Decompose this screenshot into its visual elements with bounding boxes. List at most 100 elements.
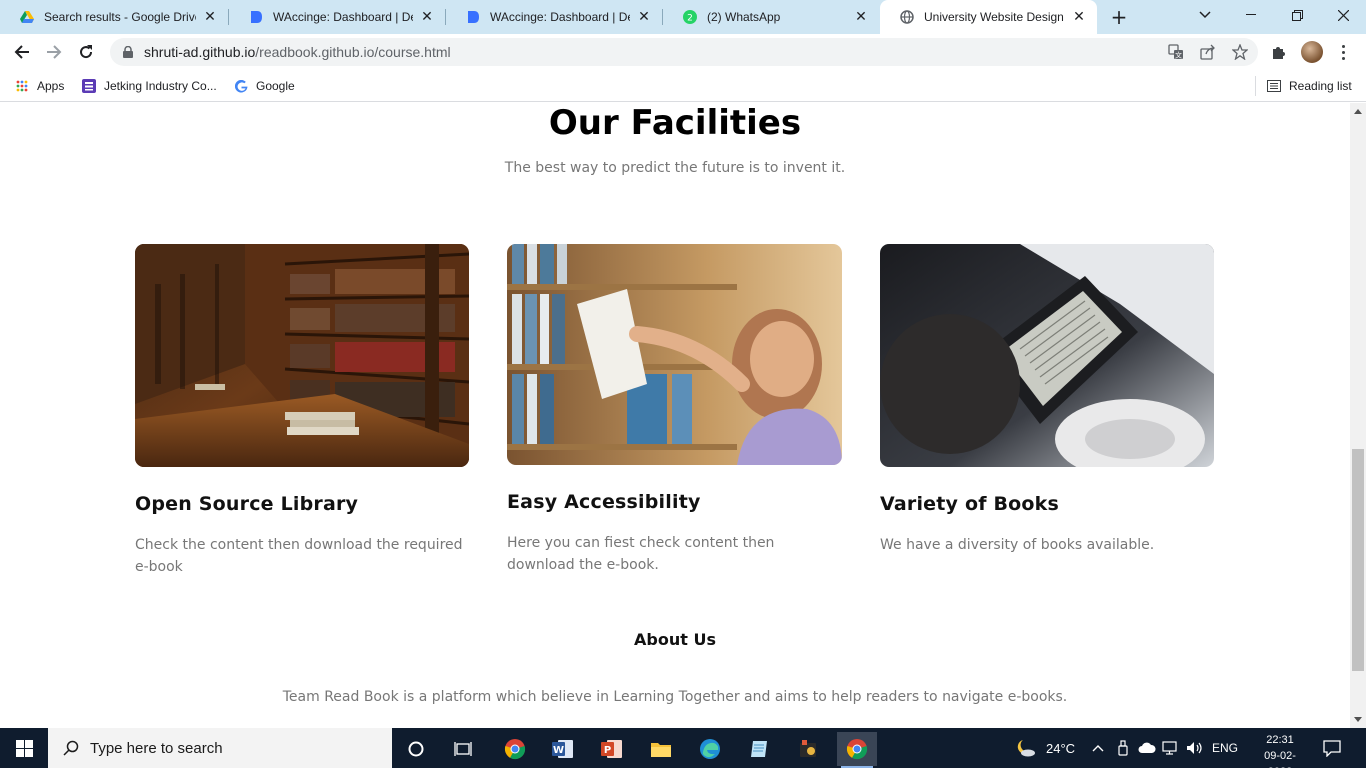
minimize-icon[interactable] [1228, 0, 1274, 30]
browser-toolbar: shruti-ad.github.io/readbook.github.io/c… [0, 34, 1366, 70]
task-view-icon[interactable] [443, 732, 483, 766]
cortana-icon[interactable] [396, 732, 436, 766]
about-title: About Us [634, 630, 716, 649]
chrome-icon[interactable] [495, 732, 535, 766]
bookmarks-bar: Apps Jetking Industry Co... Google Readi… [0, 70, 1366, 102]
volume-icon[interactable] [1186, 728, 1204, 768]
about-text: Team Read Book is a platform which belie… [282, 689, 1068, 705]
google-drive-icon [20, 10, 34, 24]
svg-text:2: 2 [687, 14, 693, 24]
apps-grid-icon [15, 79, 29, 93]
weather-temperature: 24°C [1046, 740, 1076, 756]
tab-title: (2) WhatsApp [707, 10, 781, 24]
windows-start-icon[interactable] [0, 728, 48, 768]
library-shelves-image [135, 244, 469, 467]
tab-search-chevron-icon[interactable] [1182, 0, 1228, 30]
powerpoint-icon[interactable]: P [592, 732, 632, 766]
search-placeholder: Type here to search [90, 739, 223, 757]
tab-google-drive[interactable]: Search results - Google Drive ✕ [0, 0, 228, 34]
bookmark-star-icon[interactable] [1230, 42, 1250, 62]
card-title: Open Source Library [135, 493, 359, 515]
close-window-icon[interactable] [1320, 0, 1366, 30]
tab-strip: Search results - Google Drive ✕ WAccinge… [0, 0, 1366, 34]
language-indicator[interactable]: ENG [1212, 728, 1238, 768]
page-viewport: Our Facilities The best way to predict t… [0, 103, 1350, 728]
reading-list-icon [1267, 79, 1281, 93]
scroll-down-arrow-icon[interactable] [1354, 717, 1362, 722]
reload-icon[interactable] [72, 38, 100, 66]
card-title: Variety of Books [880, 493, 1060, 515]
url-text: shruti-ad.github.io/readbook.github.io/c… [144, 44, 451, 60]
media-app-icon[interactable] [788, 732, 828, 766]
svg-text:P: P [604, 745, 611, 756]
taskbar: Type here to search W P 24°C ENG 22:31 0… [0, 728, 1366, 778]
system-clock[interactable]: 22:31 09-02-2022 [1252, 732, 1308, 780]
chrome-active-icon[interactable] [837, 732, 877, 768]
usb-drive-icon[interactable] [1116, 728, 1130, 768]
tab-university-website[interactable]: University Website Design - ShrutiAd ✕ [880, 0, 1097, 34]
network-icon[interactable] [1162, 728, 1180, 768]
bookmark-google[interactable]: Google [234, 77, 295, 95]
address-bar[interactable]: shruti-ad.github.io/readbook.github.io/c… [110, 38, 1258, 66]
forward-arrow-icon[interactable] [40, 38, 68, 66]
facilities-subtitle: The best way to predict the future is to… [504, 160, 846, 176]
tab-devfolio-2[interactable]: WAccinge: Dashboard | Devfolio ✕ [446, 0, 662, 34]
share-icon[interactable] [1198, 42, 1218, 62]
tab-title: Search results - Google Drive [44, 10, 196, 24]
card-title: Easy Accessibility [507, 491, 701, 513]
tab-close-icon[interactable]: ✕ [202, 9, 218, 25]
tab-title: University Website Design - ShrutiAd [924, 10, 1065, 24]
svg-text:文: 文 [1175, 51, 1182, 60]
word-icon[interactable]: W [543, 732, 583, 766]
facilities-title: Our Facilities [548, 103, 802, 143]
notepad-icon[interactable] [739, 732, 779, 766]
clock-date: 09-02-2022 [1264, 750, 1296, 778]
onedrive-cloud-icon[interactable] [1138, 728, 1156, 768]
language-label: ENG [1212, 741, 1239, 755]
devfolio-icon [466, 10, 480, 24]
tray-chevron-up-icon[interactable] [1092, 728, 1104, 768]
notifications-icon[interactable] [1322, 728, 1342, 768]
back-arrow-icon[interactable] [8, 38, 36, 66]
reading-list-label: Reading list [1289, 79, 1352, 93]
bookmark-apps[interactable]: Apps [15, 77, 64, 95]
edge-icon[interactable] [690, 732, 730, 766]
tab-whatsapp[interactable]: 2 (2) WhatsApp ✕ [663, 0, 879, 34]
woman-reaching-books-image [507, 244, 842, 465]
restore-icon[interactable] [1274, 0, 1320, 30]
tab-title: WAccinge: Dashboard | Devfolio [490, 10, 630, 24]
new-tab-icon[interactable]: + [1108, 6, 1130, 28]
reading-list-button[interactable]: Reading list [1267, 77, 1352, 95]
file-explorer-icon[interactable] [641, 732, 681, 766]
taskbar-search-box[interactable]: Type here to search [48, 728, 392, 768]
weather-moon-icon [1014, 739, 1036, 757]
scroll-up-arrow-icon[interactable] [1354, 109, 1362, 114]
card-text: Check the content then download the requ… [135, 537, 463, 575]
card-text: We have a diversity of books available. [880, 537, 1155, 553]
whatsapp-icon: 2 [683, 10, 697, 24]
tab-devfolio-1[interactable]: WAccinge: Dashboard | Devfolio ✕ [229, 0, 445, 34]
search-icon [62, 739, 80, 757]
devfolio-icon [249, 10, 263, 24]
clock-time: 22:31 [1266, 734, 1294, 746]
ereader-image [880, 244, 1214, 467]
lock-icon[interactable] [122, 45, 134, 59]
page-scrollbar[interactable] [1350, 103, 1366, 728]
weather-widget[interactable]: 24°C [1014, 728, 1075, 768]
bookmark-jetking[interactable]: Jetking Industry Co... [82, 77, 217, 95]
tab-close-icon[interactable]: ✕ [636, 9, 652, 25]
tab-close-icon[interactable]: ✕ [1071, 9, 1087, 25]
bookmark-label: Jetking Industry Co... [104, 79, 217, 93]
tab-title: WAccinge: Dashboard | Devfolio [273, 10, 413, 24]
profile-avatar[interactable] [1301, 41, 1323, 63]
menu-kebab-icon[interactable] [1335, 41, 1351, 63]
scrollbar-thumb[interactable] [1352, 449, 1364, 671]
bookmark-label: Apps [37, 79, 65, 93]
google-icon [234, 79, 248, 93]
card-text: Here you can fiest check content then do… [507, 535, 775, 573]
translate-icon[interactable]: 文 [1166, 42, 1186, 62]
tab-close-icon[interactable]: ✕ [853, 9, 869, 25]
extensions-puzzle-icon[interactable] [1268, 41, 1290, 63]
jetking-icon [82, 79, 96, 93]
tab-close-icon[interactable]: ✕ [419, 9, 435, 25]
